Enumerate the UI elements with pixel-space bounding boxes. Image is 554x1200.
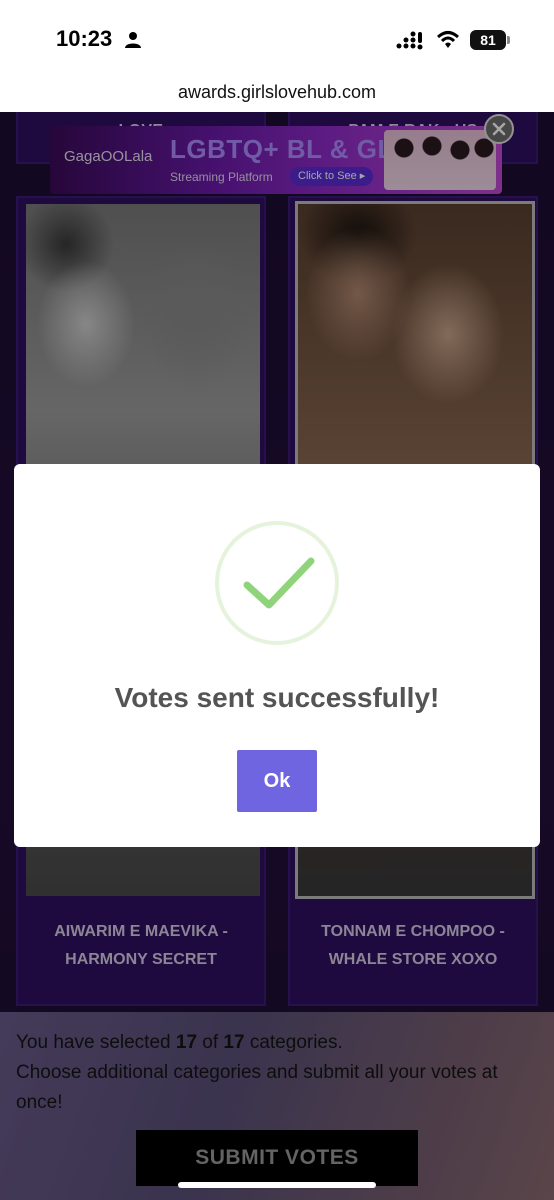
url-bar[interactable]: awards.girlslovehub.com [0,72,554,112]
signal-icon [396,31,423,50]
success-circle [215,521,339,645]
person-icon [125,32,141,48]
url-text: awards.girlslovehub.com [177,82,377,102]
status-time: 10:23 [56,26,113,51]
status-bar: 10:23 81 [0,0,554,72]
wifi-icon [436,31,460,48]
battery-level: 81 [480,32,496,48]
success-modal: Votes sent successfully! Ok [14,464,540,847]
home-indicator[interactable] [178,1182,376,1188]
battery-icon: 81 [470,30,506,50]
ok-button[interactable]: Ok [237,750,317,812]
checkmark-icon [243,557,315,609]
modal-title: Votes sent successfully! [114,682,440,713]
battery-cap [507,36,510,44]
